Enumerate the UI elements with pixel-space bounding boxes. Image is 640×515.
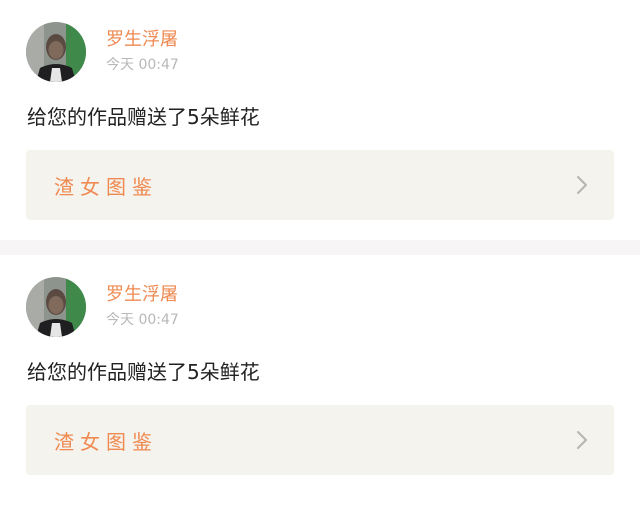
user-photo-avatar — [26, 277, 86, 337]
work-link-card[interactable]: 渣女图鉴 — [26, 405, 614, 475]
notification-feed: 罗生浮屠 今天 00:47 给您的作品赠送了5朵鲜花 渣女图鉴 罗生浮屠 今天 … — [0, 0, 640, 495]
work-link-card[interactable]: 渣女图鉴 — [26, 150, 614, 220]
user-meta: 罗生浮屠 今天 00:47 — [106, 277, 179, 337]
avatar[interactable] — [26, 277, 86, 337]
notification-card: 罗生浮屠 今天 00:47 给您的作品赠送了5朵鲜花 渣女图鉴 — [0, 255, 640, 495]
avatar[interactable] — [26, 22, 86, 82]
timestamp: 今天 00:47 — [106, 57, 179, 73]
notification-message: 给您的作品赠送了5朵鲜花 — [27, 105, 260, 129]
username[interactable]: 罗生浮屠 — [106, 29, 179, 51]
user-meta: 罗生浮屠 今天 00:47 — [106, 22, 179, 82]
user-photo-avatar — [26, 22, 86, 82]
chevron-right-icon — [577, 431, 587, 449]
timestamp: 今天 00:47 — [106, 312, 179, 328]
notification-card: 罗生浮屠 今天 00:47 给您的作品赠送了5朵鲜花 渣女图鉴 — [0, 0, 640, 240]
chevron-right-icon — [577, 176, 587, 194]
notification-message: 给您的作品赠送了5朵鲜花 — [27, 360, 260, 384]
notification-header: 罗生浮屠 今天 00:47 — [26, 21, 179, 83]
username[interactable]: 罗生浮屠 — [106, 284, 179, 306]
work-title: 渣女图鉴 — [54, 429, 158, 454]
work-title: 渣女图鉴 — [54, 174, 158, 199]
notification-header: 罗生浮屠 今天 00:47 — [26, 276, 179, 338]
